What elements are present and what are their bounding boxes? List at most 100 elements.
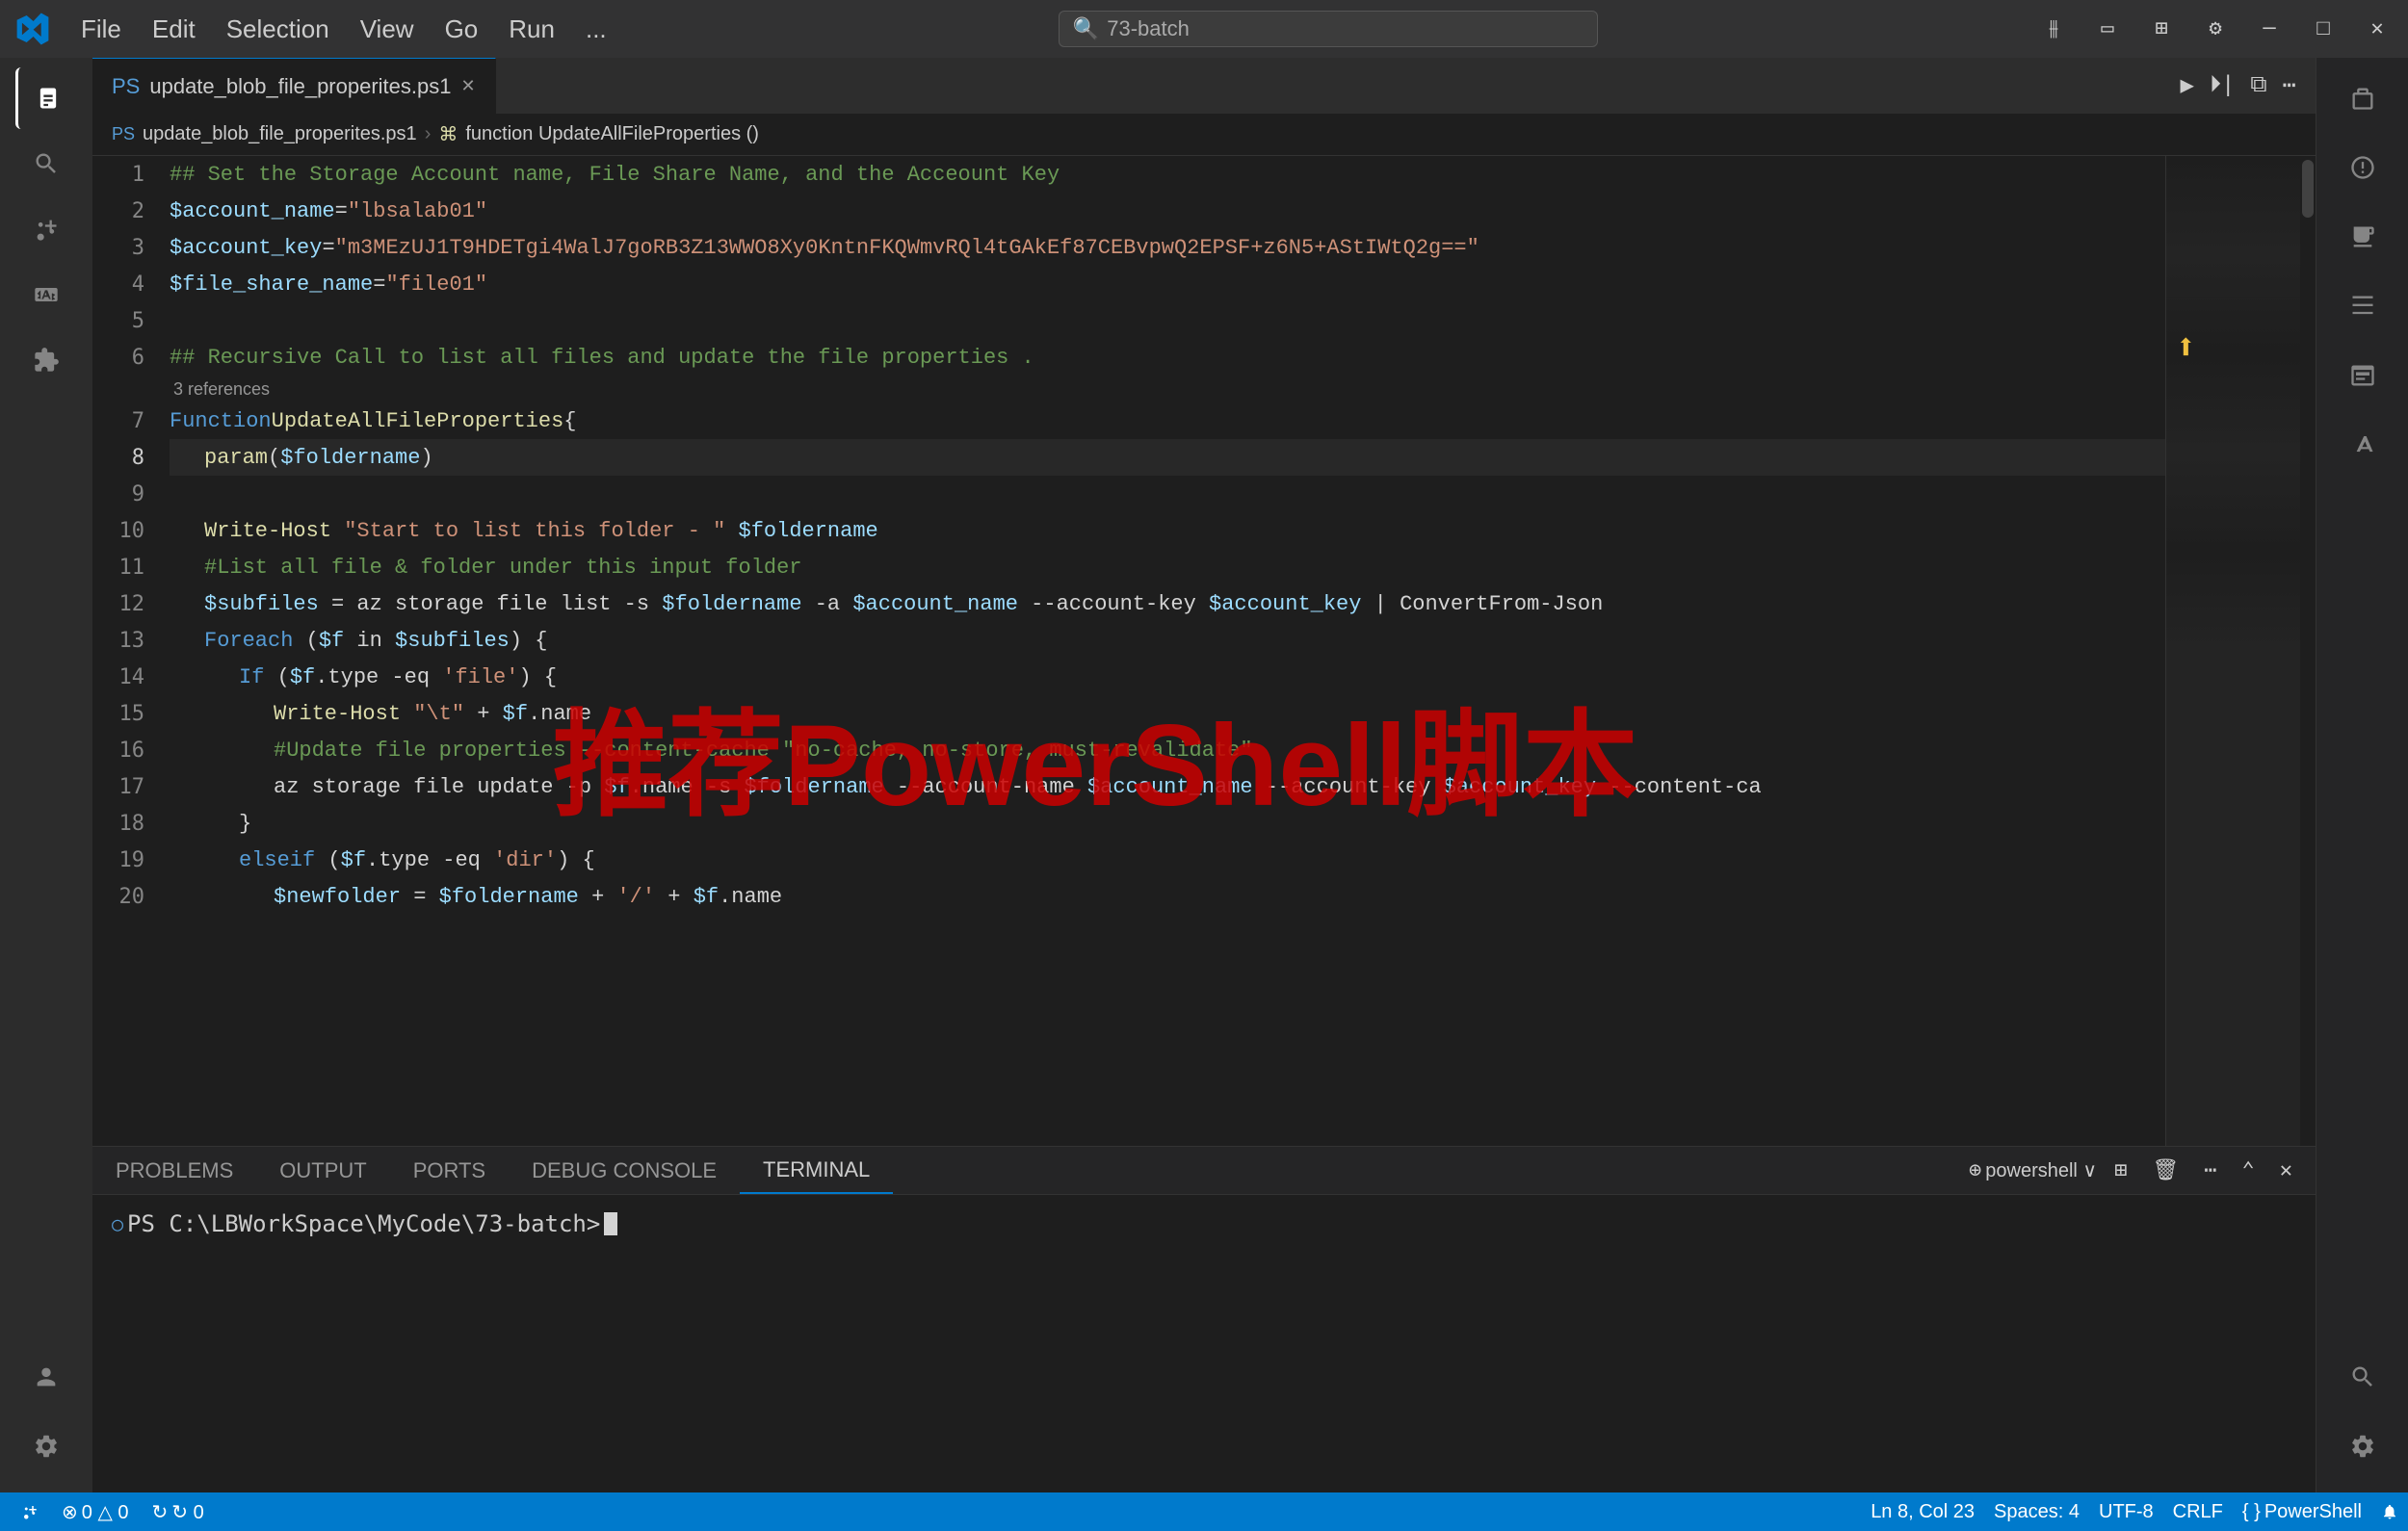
and-text: and (805, 163, 844, 187)
search-activity-icon[interactable] (15, 133, 77, 195)
panel-tab-output[interactable]: OUTPUT (256, 1147, 389, 1194)
more-actions-button[interactable]: ⚙ (2200, 13, 2231, 44)
code-line-20: $newfolder = $foldername + '/' + $f.name (170, 878, 2165, 915)
run-button[interactable]: ▶ (2181, 71, 2194, 100)
split-editor-button[interactable]: ⫵ (2038, 13, 2069, 44)
main-container: PS update_blob_file_properites.ps1 ✕ ▶ ⏵… (0, 58, 2408, 1492)
code-line-14: If ($f.type -eq 'file') { (170, 659, 2165, 695)
breadcrumb-file[interactable]: update_blob_file_properites.ps1 (143, 123, 417, 145)
search-placeholder: 73-batch (1107, 16, 1190, 41)
vertical-scrollbar[interactable] (2300, 156, 2316, 1146)
split-terminal-button[interactable]: ⊞ (2107, 1155, 2134, 1187)
right-panel-settings-icon[interactable] (2332, 1415, 2394, 1477)
more-tab-actions[interactable]: ⋯ (2283, 71, 2296, 100)
right-panel-icon-1[interactable] (2332, 67, 2394, 129)
code-line-11: #List all file & folder under this input… (170, 549, 2165, 585)
right-panel-icon-3[interactable] (2332, 206, 2394, 268)
line-num-refs (92, 376, 160, 402)
editor-content[interactable]: 1 2 3 4 5 6 7 8 9 10 11 12 13 14 15 16 (92, 156, 2316, 1146)
line-num-8: 8 (92, 439, 160, 476)
menu-run[interactable]: Run (497, 11, 566, 48)
more-panel-actions[interactable]: ⋯ (2196, 1155, 2224, 1187)
menu-view[interactable]: View (349, 11, 426, 48)
terminal-content[interactable]: ○ PS C:\LBWorkSpace\MyCode\73-batch> (92, 1195, 2316, 1492)
tab-ps1[interactable]: PS update_blob_file_properites.ps1 ✕ (92, 58, 496, 114)
right-panel-icon-4[interactable] (2332, 275, 2394, 337)
status-spaces[interactable]: Spaces: 4 (1984, 1501, 2089, 1523)
source-control-icon[interactable] (15, 198, 77, 260)
run-debug-tab-button[interactable]: ⏵| (2210, 72, 2235, 99)
right-panel-azure-icon[interactable] (2332, 414, 2394, 476)
status-sync[interactable]: ↻ ↻ 0 (143, 1500, 214, 1524)
toggle-panel-button[interactable]: ▭ (2092, 13, 2123, 44)
split-editor-tab-button[interactable]: ⧉ (2250, 72, 2266, 99)
tabs-bar: PS update_blob_file_properites.ps1 ✕ ▶ ⏵… (92, 58, 2316, 114)
minimize-button[interactable]: ─ (2254, 13, 2285, 44)
maximize-button[interactable]: □ (2308, 13, 2339, 44)
search-input[interactable]: 🔍 73-batch (1059, 11, 1598, 47)
shell-selector[interactable]: powershell ∨ (1985, 1158, 2097, 1182)
breadcrumb-function[interactable]: function UpdateAllFileProperties () (465, 123, 759, 145)
explorer-icon[interactable] (15, 67, 77, 129)
terminal-prompt-line: ○ PS C:\LBWorkSpace\MyCode\73-batch> (112, 1210, 2296, 1237)
right-panel-search-icon[interactable] (2332, 1346, 2394, 1408)
line-num-2: 2 (92, 193, 160, 229)
menu-selection[interactable]: Selection (215, 11, 341, 48)
code-line-8: param($foldername) (170, 439, 2165, 476)
menu-more[interactable]: ... (574, 11, 618, 48)
vscode-logo-icon (15, 12, 50, 46)
menu-edit[interactable]: Edit (141, 11, 207, 48)
code-line-16: #Update file properties --content-cache … (170, 732, 2165, 768)
panel-tab-terminal[interactable]: TERMINAL (740, 1147, 893, 1194)
code-line-2: $account_name = "lbsalab01" (170, 193, 2165, 229)
terminal-prompt-text: PS C:\LBWorkSpace\MyCode\73-batch> (127, 1210, 600, 1237)
code-line-12: $subfiles = az storage file list -s $fol… (170, 585, 2165, 622)
status-crlf-text: CRLF (2173, 1501, 2223, 1523)
status-language-icon: { } (2242, 1501, 2261, 1523)
line-num-4: 4 (92, 266, 160, 302)
editor-right-wrapper: PS update_blob_file_properites.ps1 ✕ ▶ ⏵… (92, 58, 2408, 1492)
menu-go[interactable]: Go (433, 11, 490, 48)
panel-tab-problems[interactable]: PROBLEMS (92, 1147, 256, 1194)
status-errors[interactable]: ⊗ 0 △ 0 (52, 1500, 139, 1524)
settings-icon[interactable] (15, 1415, 77, 1477)
status-encoding[interactable]: UTF-8 (2089, 1501, 2163, 1523)
layout-button[interactable]: ⊞ (2146, 13, 2177, 44)
run-debug-icon[interactable] (15, 264, 77, 325)
title-bar: File Edit Selection View Go Run ... 🔍 73… (0, 0, 2408, 58)
line-num-3: 3 (92, 229, 160, 266)
scrollbar-thumb[interactable] (2302, 160, 2314, 218)
maximize-panel-button[interactable]: ⌃ (2235, 1155, 2263, 1187)
editor-area: PS update_blob_file_properites.ps1 ✕ ▶ ⏵… (92, 58, 2316, 1492)
accounts-icon[interactable] (15, 1346, 77, 1408)
status-notifications[interactable] (2371, 1503, 2408, 1520)
status-line-ending[interactable]: CRLF (2163, 1501, 2233, 1523)
code-line-6: ## Recursive Call to list all files and … (170, 339, 2165, 376)
code-line-10: Write-Host "Start to list this folder - … (170, 512, 2165, 549)
panel-tab-ports[interactable]: PORTS (390, 1147, 509, 1194)
right-panel-terminal-icon[interactable] (2332, 345, 2394, 406)
line-num-1: 1 (92, 156, 160, 193)
code-line-17: az storage file update -p $f.name -s $fo… (170, 768, 2165, 805)
search-icon: 🔍 (1073, 16, 1099, 41)
code-line-9 (170, 476, 2165, 512)
line-num-18: 18 (92, 805, 160, 842)
code-area[interactable]: ## Set the Storage Account name, File Sh… (160, 156, 2165, 1146)
line-num-14: 14 (92, 659, 160, 695)
kill-terminal-button[interactable]: 🗑 (2144, 1155, 2186, 1187)
status-git-icon[interactable] (12, 1503, 48, 1520)
menu-bar: File Edit Selection View Go Run ... (69, 11, 618, 48)
close-button[interactable]: ✕ (2362, 13, 2393, 44)
right-panel-icon-2[interactable] (2332, 137, 2394, 198)
status-cursor-position[interactable]: Ln 8, Col 23 (1861, 1501, 1984, 1523)
extensions-icon[interactable] (15, 329, 77, 391)
line-num-12: 12 (92, 585, 160, 622)
close-panel-button[interactable]: ✕ (2272, 1155, 2300, 1187)
menu-file[interactable]: File (69, 11, 133, 48)
panel-tab-debug[interactable]: DEBUG CONSOLE (509, 1147, 740, 1194)
new-terminal-icon[interactable]: ⊕ (1969, 1158, 1981, 1183)
tab-close-button[interactable]: ✕ (460, 76, 475, 96)
minimap[interactable] (2165, 156, 2300, 1146)
status-language[interactable]: { } PowerShell (2233, 1501, 2371, 1523)
line-num-20: 20 (92, 878, 160, 915)
